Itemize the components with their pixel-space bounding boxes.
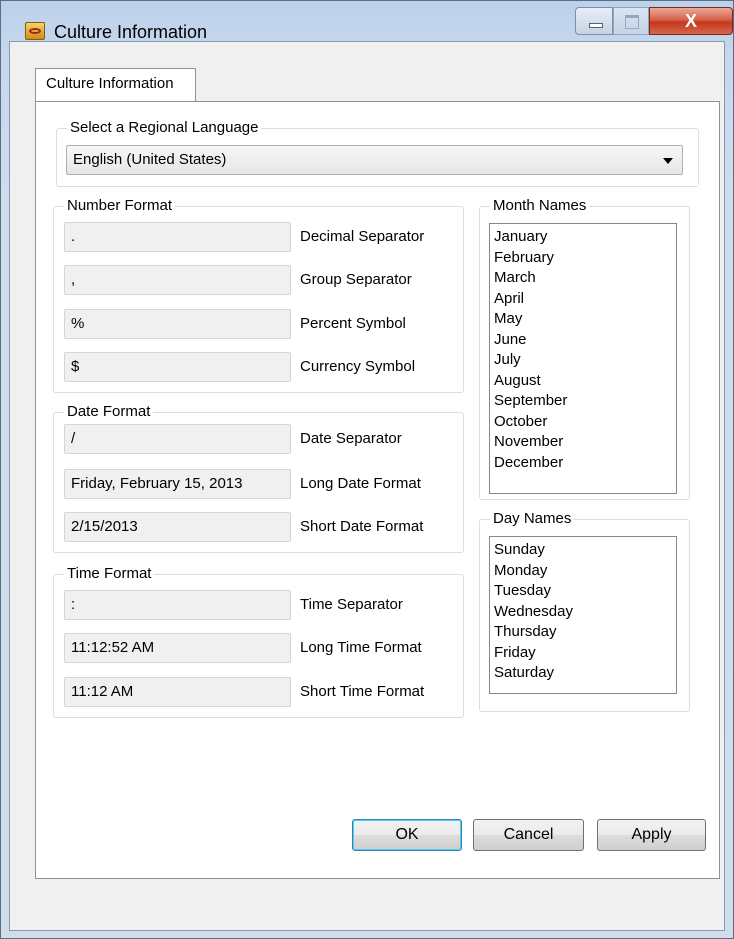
- list-item[interactable]: February: [494, 248, 676, 269]
- currency-symbol-field[interactable]: $: [64, 352, 291, 382]
- list-item[interactable]: Wednesday: [494, 602, 676, 623]
- list-item[interactable]: Friday: [494, 643, 676, 664]
- date-format-label: Date Format: [64, 403, 154, 421]
- long-date-format-label: Long Date Format: [300, 475, 421, 492]
- list-item[interactable]: Saturday: [494, 663, 676, 684]
- long-date-format-field[interactable]: Friday, February 15, 2013: [64, 469, 291, 499]
- ok-button[interactable]: OK: [352, 819, 462, 851]
- list-item[interactable]: June: [494, 330, 676, 351]
- short-date-format-label: Short Date Format: [300, 518, 424, 535]
- maximize-button: [613, 7, 649, 35]
- date-separator-field[interactable]: /: [64, 424, 291, 454]
- day-names-label: Day Names: [490, 510, 575, 528]
- list-item[interactable]: Monday: [494, 561, 676, 582]
- dialog-window: Culture Information X Culture Informatio…: [0, 0, 734, 939]
- number-format-group: Number Format . Decimal Separator , Grou…: [53, 197, 464, 393]
- tab-culture-information[interactable]: Culture Information: [35, 68, 196, 102]
- cancel-button[interactable]: Cancel: [473, 819, 584, 851]
- decimal-separator-label: Decimal Separator: [300, 228, 425, 245]
- time-format-label: Time Format: [64, 565, 155, 583]
- list-item[interactable]: October: [494, 412, 676, 433]
- list-item[interactable]: November: [494, 432, 676, 453]
- group-separator-field[interactable]: ,: [64, 265, 291, 295]
- decimal-separator-field[interactable]: .: [64, 222, 291, 252]
- day-names-group: Day Names Sunday Monday Tuesday Wednesday Th…: [479, 510, 690, 712]
- minimize-button[interactable]: [575, 7, 613, 35]
- month-names-group: Month Names January February March April May…: [479, 197, 690, 500]
- short-time-format-field[interactable]: 11:12 AM: [64, 677, 291, 707]
- short-date-format-field[interactable]: 2/15/2013: [64, 512, 291, 542]
- list-item[interactable]: Sunday: [494, 540, 676, 561]
- date-separator-label: Date Separator: [300, 430, 402, 447]
- time-separator-field[interactable]: :: [64, 590, 291, 620]
- list-item[interactable]: April: [494, 289, 676, 310]
- date-format-group: Date Format / Date Separator Friday, Feb…: [53, 403, 464, 553]
- app-icon: [25, 22, 45, 40]
- chevron-down-icon[interactable]: [663, 158, 673, 164]
- number-format-label: Number Format: [64, 197, 176, 215]
- list-item[interactable]: July: [494, 350, 676, 371]
- time-separator-label: Time Separator: [300, 596, 403, 613]
- month-names-listbox[interactable]: January February March April May June July Augu…: [489, 223, 677, 494]
- percent-symbol-label: Percent Symbol: [300, 315, 406, 332]
- close-icon: X: [684, 11, 697, 31]
- percent-symbol-field[interactable]: %: [64, 309, 291, 339]
- tab-panel: Select a Regional Language English (Unit…: [35, 101, 720, 879]
- language-select[interactable]: English (United States): [66, 145, 683, 175]
- list-item[interactable]: January: [494, 227, 676, 248]
- day-names-listbox[interactable]: Sunday Monday Tuesday Wednesday Thursday Frid…: [489, 536, 677, 694]
- list-item[interactable]: December: [494, 453, 676, 474]
- close-button[interactable]: X: [649, 7, 733, 35]
- language-select-value: English (United States): [73, 151, 227, 168]
- list-item[interactable]: August: [494, 371, 676, 392]
- currency-symbol-label: Currency Symbol: [300, 358, 416, 375]
- list-item[interactable]: May: [494, 309, 676, 330]
- list-item[interactable]: Thursday: [494, 622, 676, 643]
- group-separator-label: Group Separator: [300, 271, 412, 288]
- time-format-group: Time Format : Time Separator 11:12:52 AM…: [53, 565, 464, 718]
- client-area: Culture Information Select a Regional La…: [9, 41, 725, 931]
- language-group: Select a Regional Language English (Unit…: [56, 119, 699, 187]
- long-time-format-field[interactable]: 11:12:52 AM: [64, 633, 291, 663]
- long-time-format-label: Long Time Format: [300, 639, 422, 656]
- list-item[interactable]: March: [494, 268, 676, 289]
- window-title: Culture Information: [54, 22, 208, 42]
- month-names-label: Month Names: [490, 197, 590, 215]
- list-item[interactable]: Tuesday: [494, 581, 676, 602]
- language-group-label: Select a Regional Language: [67, 119, 262, 137]
- list-item[interactable]: September: [494, 391, 676, 412]
- short-time-format-label: Short Time Format: [300, 683, 425, 700]
- apply-button[interactable]: Apply: [597, 819, 706, 851]
